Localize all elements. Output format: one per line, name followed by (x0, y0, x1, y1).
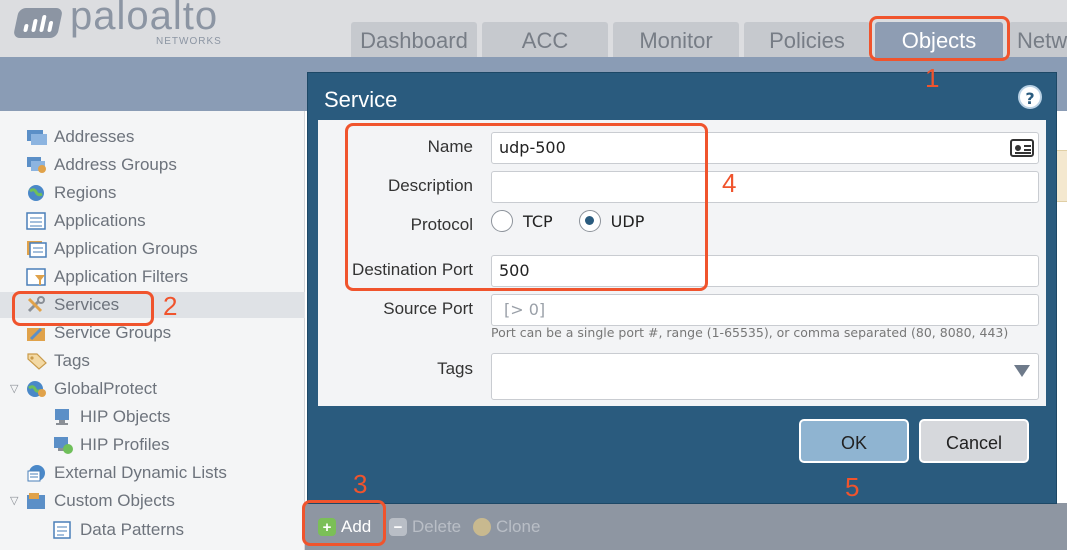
dropdown-arrow-icon[interactable] (1014, 365, 1030, 377)
delete-button-label: Delete (412, 517, 462, 536)
collapse-triangle-icon[interactable]: ▽ (10, 496, 22, 507)
sidebar-item-label: Application Filters (54, 267, 189, 286)
delete-button[interactable]: − Delete (389, 515, 461, 539)
sidebar-item-hip-profiles[interactable]: HIP Profiles (52, 432, 169, 458)
sidebar-item-label: Address Groups (54, 155, 177, 174)
sidebar-item-address-groups[interactable]: Address Groups (26, 152, 177, 178)
brand-name: paloalto (70, 0, 219, 38)
tab-acc[interactable]: ACC (482, 22, 608, 57)
globe-icon (28, 185, 44, 201)
hip-objects-icon (55, 409, 69, 425)
sidebar-item-label: Service Groups (54, 323, 172, 342)
applications-icon (26, 212, 46, 230)
sidebar-item-hip-objects[interactable]: HIP Objects (52, 404, 170, 430)
hip-profiles-icon (54, 437, 73, 454)
tab-network[interactable]: Netw (1009, 22, 1067, 57)
clone-icon (473, 518, 491, 536)
collapse-triangle-icon[interactable]: ▽ (10, 384, 22, 395)
annotation-box-services (12, 291, 154, 326)
address-card-icon[interactable] (1010, 139, 1034, 157)
sidebar-item-label: HIP Profiles (80, 435, 170, 454)
application-filters-icon (26, 268, 46, 286)
sidebar-item-application-groups[interactable]: Application Groups (26, 236, 198, 262)
annotation-number: 5 (845, 472, 860, 502)
sidebar-item-label: GlobalProtect (54, 379, 157, 398)
tab-policies[interactable]: Policies (744, 22, 870, 57)
clone-button[interactable]: Clone (473, 515, 540, 539)
sidebar-item-tags[interactable]: Tags (26, 348, 90, 374)
external-dynamic-lists-icon (27, 465, 45, 482)
sidebar-item-label: Data Patterns (80, 520, 184, 539)
sidebar-item-globalprotect[interactable]: ▽ GlobalProtect (10, 376, 157, 402)
help-icon[interactable]: ? (1018, 85, 1042, 109)
sidebar-item-label: HIP Objects (80, 407, 171, 426)
dialog-title: Service (324, 87, 398, 112)
globalprotect-icon (27, 381, 46, 397)
sidebar-item-label: Custom Objects (54, 491, 175, 510)
custom-objects-icon (27, 493, 45, 509)
annotation-box-add (302, 500, 386, 546)
sidebar-item-custom-objects[interactable]: ▽ Custom Objects (10, 488, 175, 514)
sidebar-item-label: Regions (54, 183, 117, 202)
annotation-number: 4 (722, 168, 737, 198)
sidebar-item-external-dynamic-lists[interactable]: External Dynamic Lists (26, 460, 227, 486)
annotation-box-objects-tab (869, 16, 1010, 61)
annotation-number: 3 (353, 469, 368, 499)
ok-button[interactable]: OK (799, 419, 909, 463)
bottom-toolbar: + Add − Delete Clone (305, 503, 1067, 550)
cancel-button[interactable]: Cancel (919, 419, 1029, 463)
source-port-input[interactable]: [> 0] (491, 294, 1039, 326)
application-groups-icon (27, 241, 47, 258)
sidebar-item-applications[interactable]: Applications (26, 208, 146, 234)
data-patterns-icon (53, 521, 71, 539)
sidebar-item-regions[interactable]: Regions (26, 180, 116, 206)
paloalto-logo-icon (12, 8, 64, 38)
sidebar-item-application-filters[interactable]: Application Filters (26, 264, 188, 290)
tab-dashboard[interactable]: Dashboard (351, 22, 477, 57)
port-hint-text: Port can be a single port #, range (1-65… (491, 325, 1009, 340)
sidebar-item-label: Application Groups (54, 239, 198, 258)
annotation-number: 1 (925, 63, 940, 93)
sidebar-item-data-patterns[interactable]: Data Patterns (52, 517, 184, 543)
clone-button-label: Clone (496, 517, 541, 536)
sidebar-item-label: Addresses (54, 127, 135, 146)
addresses-icon (27, 130, 47, 145)
annotation-box-fields (345, 123, 708, 291)
tab-monitor[interactable]: Monitor (613, 22, 739, 57)
brand-subtitle: NETWORKS (156, 36, 222, 47)
annotation-number: 2 (163, 291, 178, 321)
sidebar-item-label: Applications (54, 211, 146, 230)
sidebar-item-label: External Dynamic Lists (54, 463, 227, 482)
tags-input[interactable] (491, 353, 1039, 400)
sidebar-item-addresses[interactable]: Addresses (26, 124, 134, 150)
sidebar-item-label: Tags (54, 351, 90, 370)
service-groups-icon (27, 327, 45, 341)
tags-label: Tags (437, 359, 473, 378)
delete-icon: − (389, 518, 407, 536)
source-port-label: Source Port (383, 299, 473, 318)
address-groups-icon (27, 157, 46, 173)
tag-icon (27, 353, 47, 370)
